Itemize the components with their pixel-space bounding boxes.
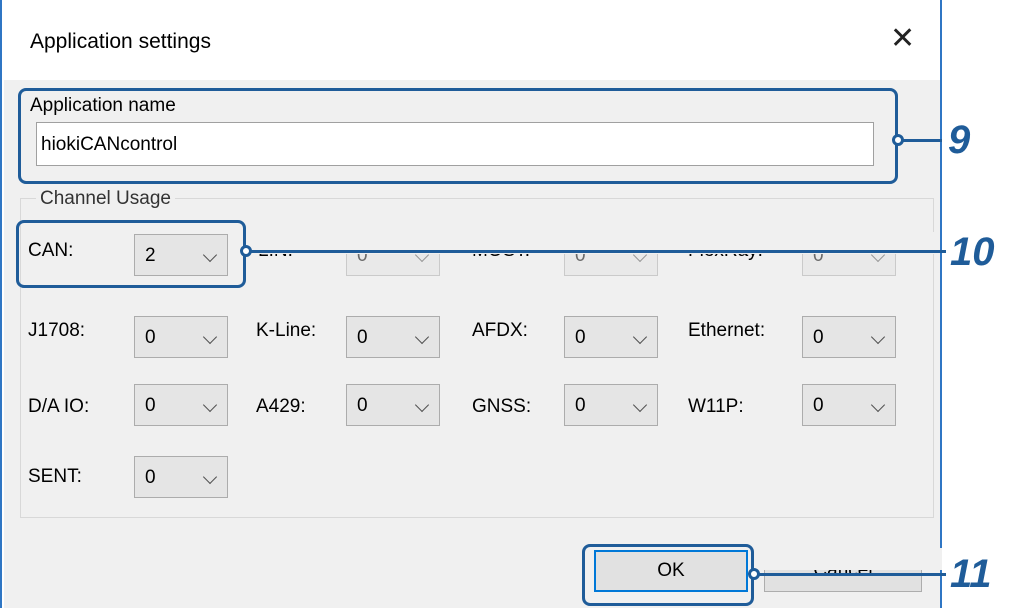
kline-label: K-Line: <box>256 320 317 341</box>
da-io-value: 0 <box>145 395 156 416</box>
j1708-select[interactable]: 0 <box>134 316 228 358</box>
chevron-down-icon <box>632 329 648 345</box>
callout-frame-9 <box>18 88 898 184</box>
close-icon[interactable]: ✕ <box>890 24 915 54</box>
callout-dot-10 <box>240 245 252 257</box>
gnss-select[interactable]: 0 <box>564 384 658 426</box>
chevron-down-icon <box>414 329 430 345</box>
afdx-value: 0 <box>575 327 586 348</box>
chevron-down-icon <box>870 329 886 345</box>
chevron-down-icon <box>202 397 218 413</box>
w11p-select[interactable]: 0 <box>802 384 896 426</box>
callout-leader-9 <box>900 139 942 142</box>
w11p-label: W11P: <box>688 396 744 417</box>
a429-value: 0 <box>357 395 368 416</box>
chevron-down-icon <box>870 397 886 413</box>
callout-frame-11 <box>582 544 754 606</box>
callout-occluder <box>752 548 942 570</box>
callout-dot-9 <box>892 134 904 146</box>
callout-number-9: 9 <box>948 118 971 162</box>
da-io-label: D/A IO: <box>28 396 90 417</box>
da-io-select[interactable]: 0 <box>134 384 228 426</box>
callout-dot-11 <box>748 568 760 580</box>
chevron-down-icon <box>202 469 218 485</box>
w11p-value: 0 <box>813 395 824 416</box>
afdx-select[interactable]: 0 <box>564 316 658 358</box>
callout-leader-11 <box>756 573 946 576</box>
chevron-down-icon <box>632 397 648 413</box>
sent-value: 0 <box>145 467 156 488</box>
callout-frame-10 <box>16 220 246 288</box>
afdx-label: AFDX: <box>472 320 528 341</box>
a429-select[interactable]: 0 <box>346 384 440 426</box>
callout-leader-10 <box>248 250 946 253</box>
chevron-down-icon <box>414 397 430 413</box>
ethernet-label: Ethernet: <box>688 320 766 341</box>
j1708-value: 0 <box>145 327 156 348</box>
j1708-label: J1708: <box>28 320 86 341</box>
kline-value: 0 <box>357 327 368 348</box>
dialog-title: Application settings <box>30 30 211 53</box>
a429-label: A429: <box>256 396 306 417</box>
ethernet-value: 0 <box>813 327 824 348</box>
sent-select[interactable]: 0 <box>134 456 228 498</box>
channel-usage-title: Channel Usage <box>36 188 175 210</box>
callout-number-11: 11 <box>950 552 992 596</box>
sent-label: SENT: <box>28 466 82 487</box>
ethernet-select[interactable]: 0 <box>802 316 896 358</box>
chevron-down-icon <box>202 329 218 345</box>
callout-number-10: 10 <box>950 230 995 274</box>
gnss-label: GNSS: <box>472 396 532 417</box>
gnss-value: 0 <box>575 395 586 416</box>
kline-select[interactable]: 0 <box>346 316 440 358</box>
